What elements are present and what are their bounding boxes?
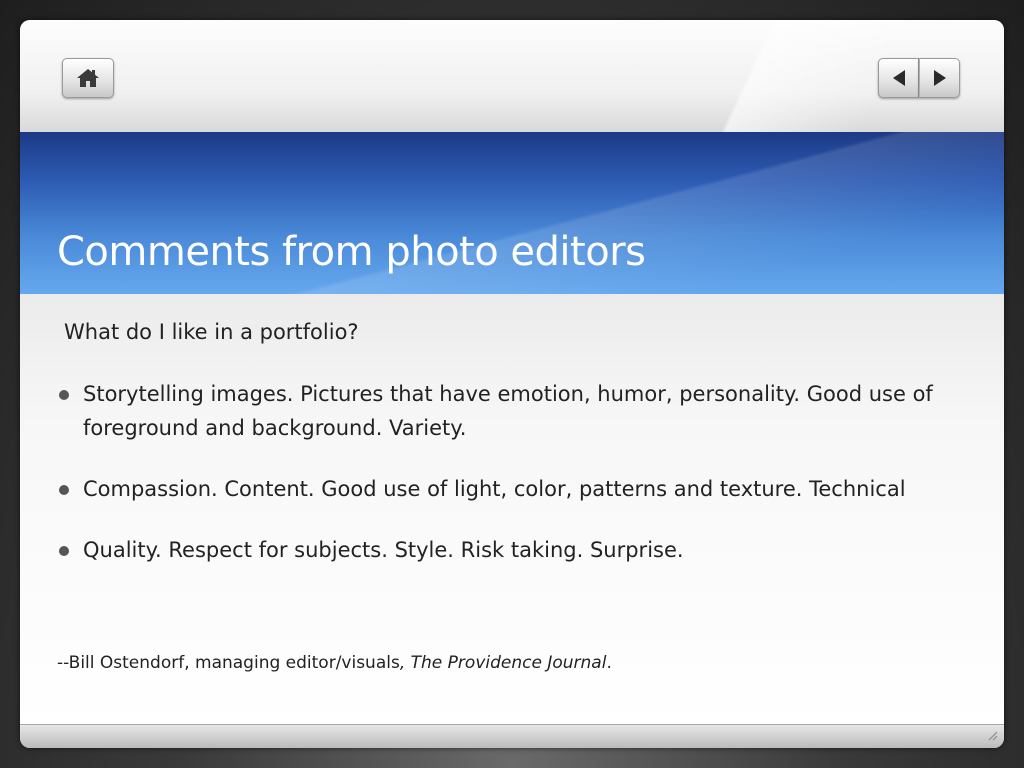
bullet-dot-icon (59, 546, 69, 556)
bottom-bar (20, 724, 1004, 748)
title-band: Comments from photo editors (20, 132, 1004, 294)
slide: Comments from photo editors What do I li… (20, 20, 1004, 748)
bullet-dot-icon (59, 390, 69, 400)
bullet-item: Storytelling images. Pictures that have … (56, 377, 956, 445)
bullet-item: Compassion. Content. Good use of light, … (56, 472, 956, 506)
previous-slide-button[interactable] (878, 58, 919, 98)
attribution-author: --Bill Ostendorf, managing editor/visual… (57, 653, 400, 673)
intro-text: What do I like in a portfolio? (64, 320, 359, 344)
bullet-item: Quality. Respect for subjects. Style. Ri… (56, 533, 956, 567)
slide-body: What do I like in a portfolio? Storytell… (20, 294, 1004, 724)
top-toolbar (20, 20, 1004, 132)
bullet-dot-icon (59, 485, 69, 495)
attribution: --Bill Ostendorf, managing editor/visual… (57, 652, 612, 674)
slide-navigation (878, 58, 960, 98)
bullet-text: Quality. Respect for subjects. Style. Ri… (83, 538, 684, 562)
slide-title: Comments from photo editors (57, 229, 646, 275)
next-slide-button[interactable] (919, 58, 960, 98)
bullet-text: Compassion. Content. Good use of light, … (83, 477, 906, 501)
attribution-publication: , The Providence Journal (399, 653, 607, 673)
bullet-list: Storytelling images. Pictures that have … (56, 377, 956, 594)
home-button[interactable] (62, 58, 114, 98)
resize-grip-icon[interactable] (986, 728, 998, 746)
attribution-suffix: . (606, 653, 612, 673)
bullet-text: Storytelling images. Pictures that have … (83, 382, 933, 440)
